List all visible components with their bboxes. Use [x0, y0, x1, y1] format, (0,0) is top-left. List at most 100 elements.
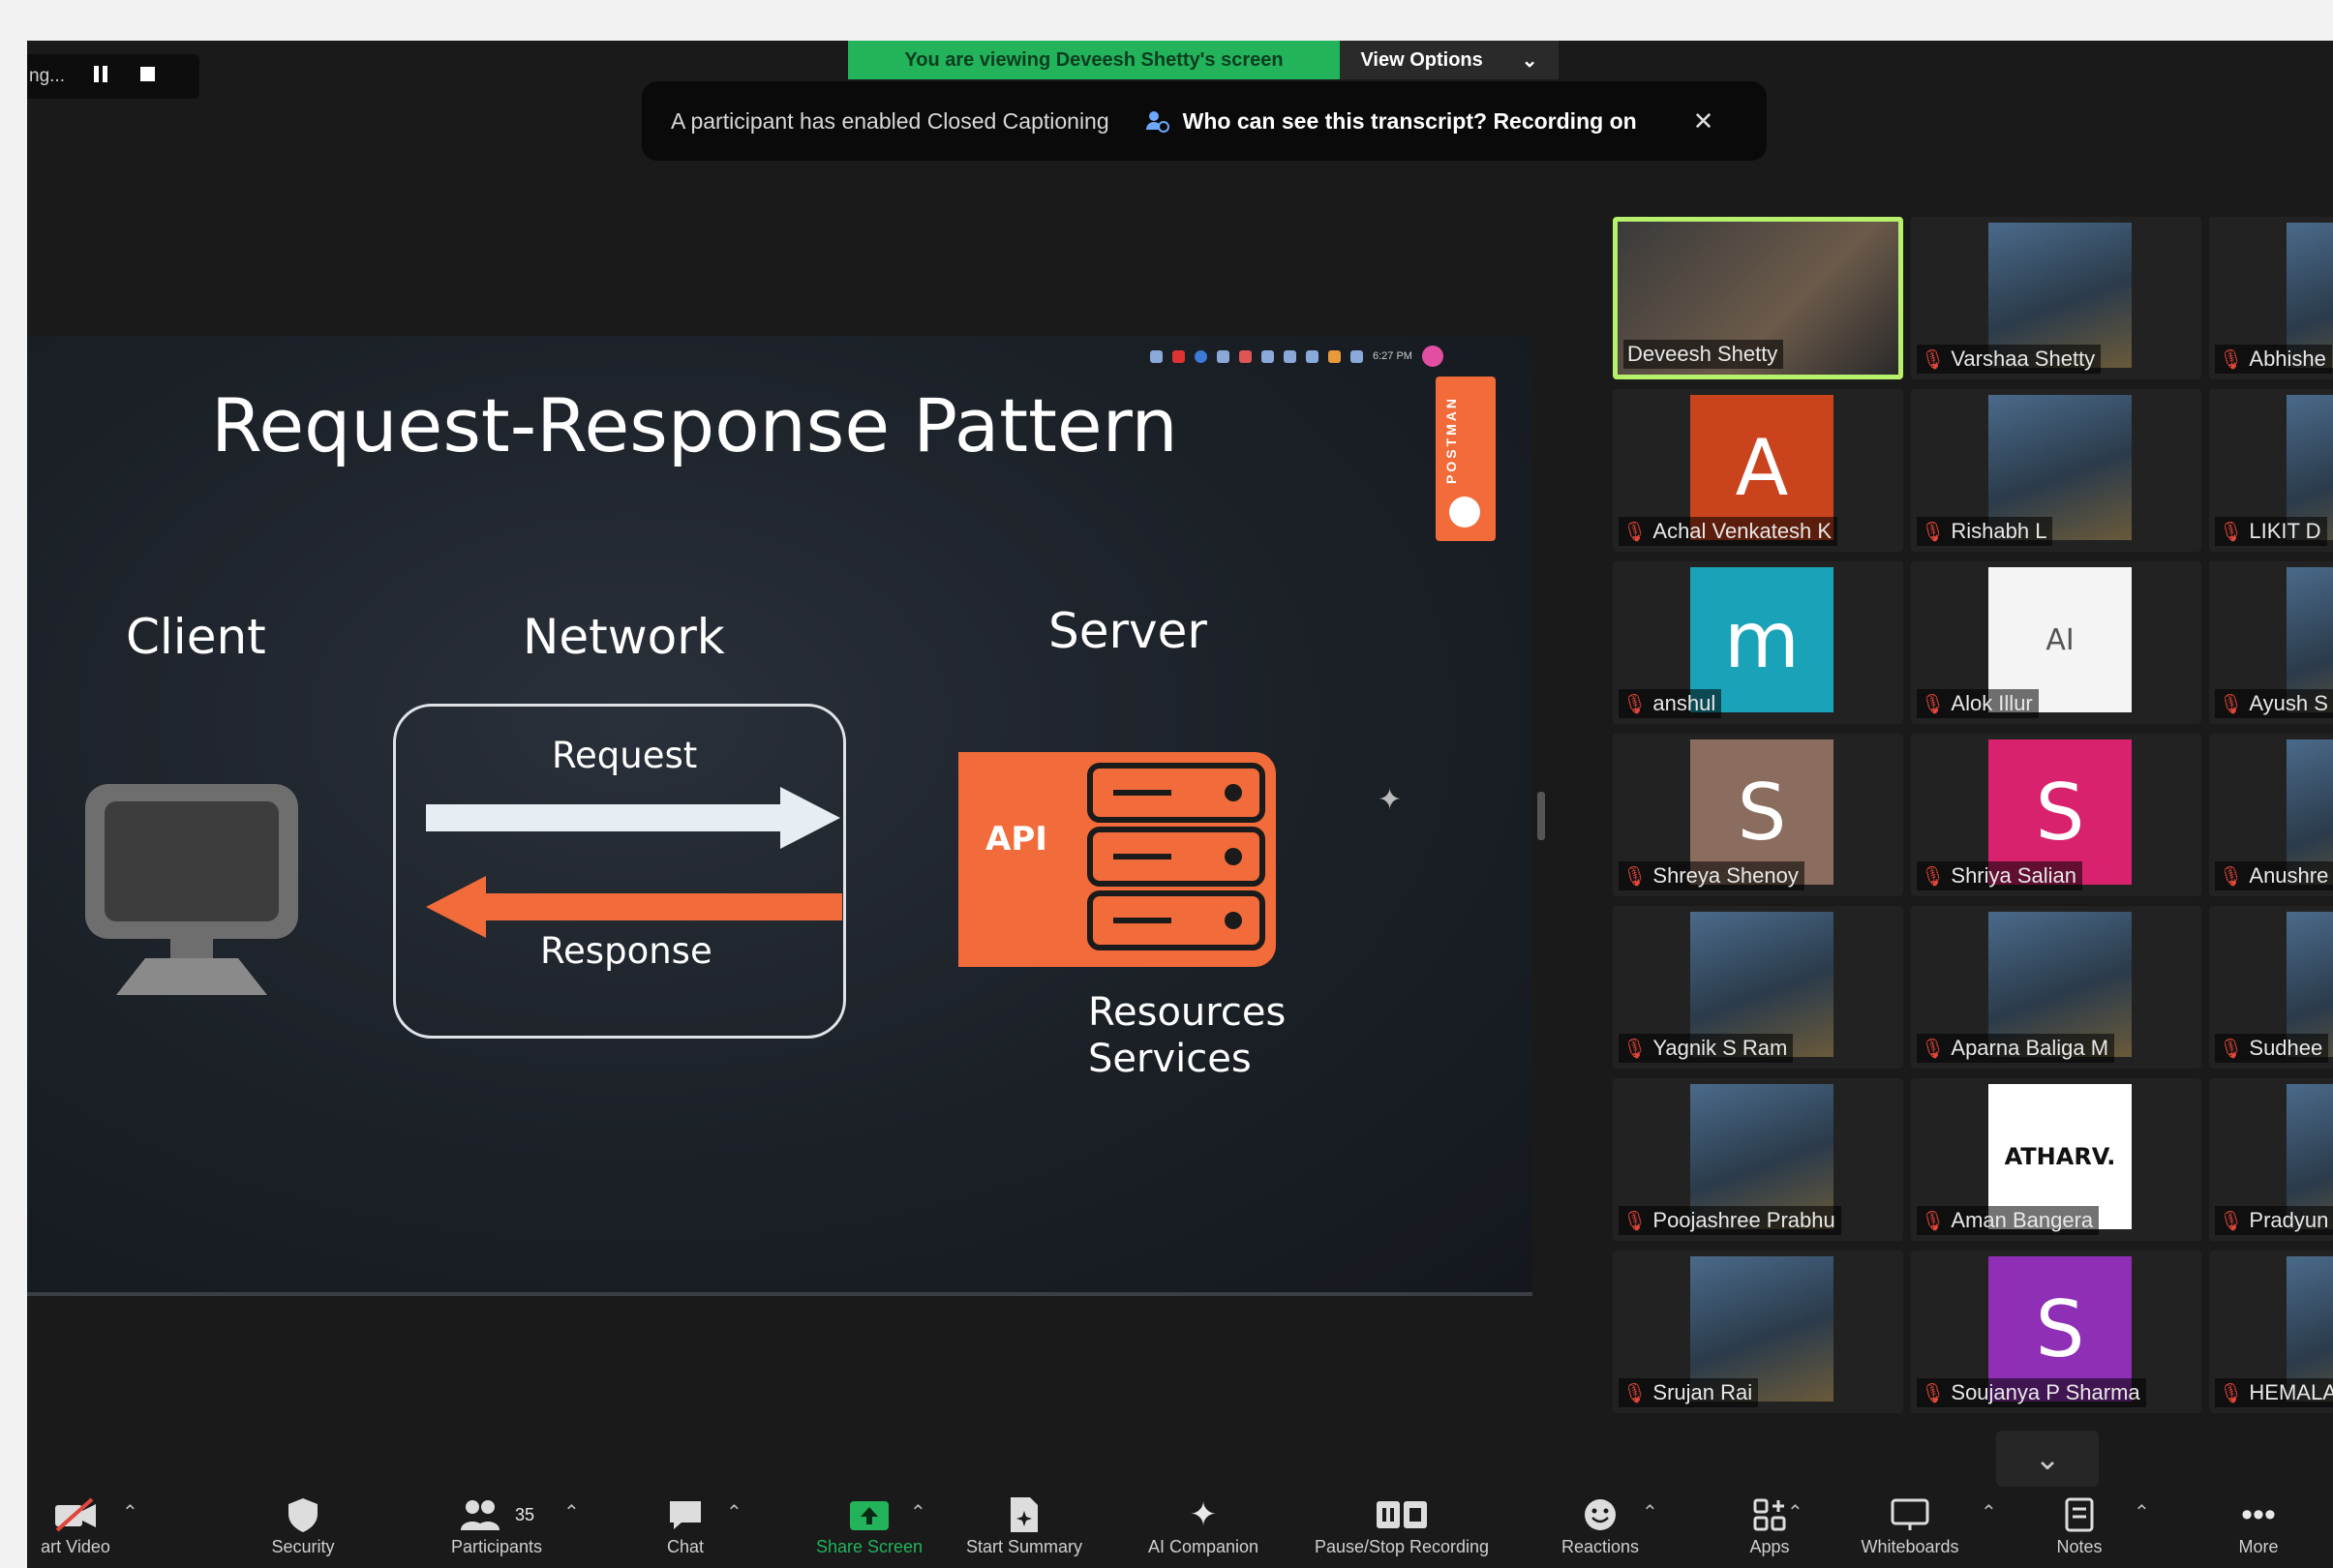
- participant-name-text: Deveesh Shetty: [1627, 342, 1778, 366]
- participant-tile[interactable]: 🎙 HEMALA: [2209, 1251, 2333, 1413]
- muted-mic-icon: 🎙: [2219, 1038, 2244, 1060]
- more-dots-icon: •••: [2241, 1495, 2276, 1533]
- network-label: Network: [523, 609, 725, 665]
- participant-tile[interactable]: 🎙 Aparna Baliga M: [1911, 906, 2201, 1069]
- notes-button[interactable]: Notes: [2031, 1493, 2128, 1568]
- video-off-icon: [53, 1493, 98, 1537]
- participant-tile[interactable]: AI 🎙 Alok Illur: [1911, 561, 2201, 724]
- muted-mic-icon: 🎙: [1622, 1038, 1648, 1060]
- muted-mic-icon: 🎙: [1921, 693, 1946, 715]
- participant-name: 🎙 Abhishe: [2215, 345, 2332, 374]
- pause-recording-button[interactable]: [93, 65, 111, 88]
- muted-mic-icon: 🎙: [1622, 1382, 1648, 1404]
- participant-tile[interactable]: A 🎙 Achal Venkatesh K: [1613, 389, 1903, 552]
- more-button[interactable]: ••• More: [2210, 1493, 2307, 1568]
- taskbar-icon: [1150, 349, 1163, 363]
- participant-name-text: Alok Illur: [1951, 691, 2033, 715]
- more-label: More: [2238, 1537, 2279, 1556]
- participant-tile[interactable]: 🎙 Anushre: [2209, 734, 2333, 896]
- services-text: Services: [1088, 1037, 1252, 1081]
- participant-tile[interactable]: S 🎙 Shreya Shenoy: [1613, 734, 1903, 896]
- chevron-up-icon[interactable]: ⌃: [726, 1500, 742, 1524]
- reactions-button[interactable]: Reactions: [1547, 1493, 1653, 1568]
- view-options-label: View Options: [1360, 48, 1483, 71]
- recording-status: ng...: [29, 66, 65, 86]
- muted-mic-icon: 🎙: [2219, 865, 2244, 888]
- participant-tile[interactable]: S 🎙 Soujanya P Sharma: [1911, 1251, 2201, 1413]
- participant-tile[interactable]: 🎙 LIKIT D: [2209, 389, 2333, 552]
- muted-mic-icon: 🎙: [1921, 1038, 1946, 1060]
- participant-tile[interactable]: S 🎙 Shriya Salian: [1911, 734, 2201, 896]
- participant-tile[interactable]: Deveesh Shetty: [1613, 217, 1903, 379]
- participant-name: Deveesh Shetty: [1623, 340, 1784, 369]
- chevron-up-icon[interactable]: ⌃: [910, 1500, 926, 1524]
- muted-mic-icon: 🎙: [1921, 348, 1946, 371]
- notes-label: Notes: [2056, 1537, 2103, 1556]
- muted-mic-icon: 🎙: [1622, 1210, 1648, 1232]
- participant-tile[interactable]: m 🎙 anshul: [1613, 561, 1903, 724]
- chevron-down-icon: ⌄: [1521, 49, 1538, 72]
- participant-name: 🎙 Alok Illur: [1917, 689, 2039, 718]
- sparkle-icon: ✦: [1378, 784, 1403, 816]
- participant-name: 🎙 Soujanya P Sharma: [1917, 1378, 2146, 1407]
- ai-companion-button[interactable]: ✦ AI Companion: [1121, 1493, 1286, 1568]
- chevron-up-icon[interactable]: ⌃: [2134, 1500, 2150, 1524]
- taskbar-icon: [1239, 349, 1252, 363]
- avatar: [1421, 346, 1443, 367]
- view-options-button[interactable]: View Options ⌄: [1340, 41, 1559, 79]
- participants-button[interactable]: 35 Participants: [419, 1493, 574, 1568]
- postman-logo-icon: [1449, 497, 1480, 528]
- pause-stop-recording-button[interactable]: Pause/Stop Recording: [1295, 1493, 1508, 1568]
- transcript-visibility-link[interactable]: Who can see this transcript? Recording o…: [1144, 108, 1637, 135]
- participant-name: 🎙 Shriya Salian: [1917, 861, 2083, 890]
- start-video-button[interactable]: art Video: [27, 1493, 124, 1568]
- participant-name: 🎙 Yagnik S Ram: [1619, 1034, 1794, 1063]
- resize-handle[interactable]: [1537, 792, 1545, 840]
- gallery-next-page-button[interactable]: ⌄: [1996, 1431, 2099, 1487]
- shield-icon: [287, 1493, 319, 1537]
- muted-mic-icon: 🎙: [2219, 1382, 2244, 1404]
- whiteboards-label: Whiteboards: [1861, 1537, 1959, 1556]
- chat-button[interactable]: Chat: [647, 1493, 724, 1568]
- chevron-up-icon[interactable]: ⌃: [1642, 1500, 1658, 1524]
- participant-name-text: Pradyun: [2249, 1208, 2329, 1232]
- taskbar-icon: [1217, 349, 1229, 363]
- participant-tile[interactable]: 🎙 Yagnik S Ram: [1613, 906, 1903, 1069]
- participant-tile[interactable]: 🎙 Varshaa Shetty: [1911, 217, 2201, 379]
- response-arrow: [426, 876, 842, 938]
- resources-text: Resources: [1088, 990, 1287, 1035]
- participant-tile[interactable]: 🎙 Ayush S: [2209, 561, 2333, 724]
- person-info-icon: [1145, 111, 1169, 133]
- start-summary-button[interactable]: Start Summary: [947, 1493, 1102, 1568]
- chevron-up-icon[interactable]: ⌃: [1787, 1500, 1803, 1524]
- participant-tile[interactable]: 🎙 Pradyun: [2209, 1078, 2333, 1241]
- muted-mic-icon: 🎙: [2219, 693, 2244, 715]
- security-button[interactable]: Security: [250, 1493, 356, 1568]
- participant-name-text: Abhishe: [2249, 347, 2326, 371]
- stop-recording-button[interactable]: [139, 66, 155, 87]
- slide-border: [27, 1292, 1532, 1296]
- participants-count: 35: [514, 1504, 535, 1524]
- participant-tile[interactable]: 🎙 Rishabh L: [1911, 389, 2201, 552]
- participant-name: 🎙 Aparna Baliga M: [1917, 1034, 2115, 1063]
- notes-icon: [2063, 1493, 2096, 1537]
- participant-tile[interactable]: 🎙 Abhishe: [2209, 217, 2333, 379]
- participant-tile[interactable]: 🎙 Srujan Rai: [1613, 1251, 1903, 1413]
- participant-tile[interactable]: 🎙 Poojashree Prabhu: [1613, 1078, 1903, 1241]
- taskbar-icon: [1284, 349, 1296, 363]
- participant-tile[interactable]: 🎙 Sudhee: [2209, 906, 2333, 1069]
- chevron-up-icon[interactable]: ⌃: [563, 1500, 580, 1524]
- close-icon[interactable]: ✕: [1693, 106, 1714, 136]
- participants-label: Participants: [450, 1537, 543, 1556]
- participant-name-text: Yagnik S Ram: [1652, 1036, 1788, 1060]
- participant-tile[interactable]: ATHARV. 🎙 Aman Bangera: [1911, 1078, 2201, 1241]
- participant-name-text: Rishabh L: [1951, 519, 2047, 543]
- chevron-up-icon[interactable]: ⌃: [1981, 1500, 1997, 1524]
- participant-name: 🎙 Poojashree Prabhu: [1619, 1206, 1841, 1235]
- recording-indicator: ng...: [27, 54, 199, 99]
- taskbar-icon: [1350, 349, 1363, 363]
- whiteboards-button[interactable]: Whiteboards: [1837, 1493, 1983, 1568]
- security-label: Security: [271, 1537, 335, 1556]
- chevron-up-icon[interactable]: ⌃: [122, 1500, 138, 1524]
- postman-tab[interactable]: POSTMAN: [1436, 377, 1496, 541]
